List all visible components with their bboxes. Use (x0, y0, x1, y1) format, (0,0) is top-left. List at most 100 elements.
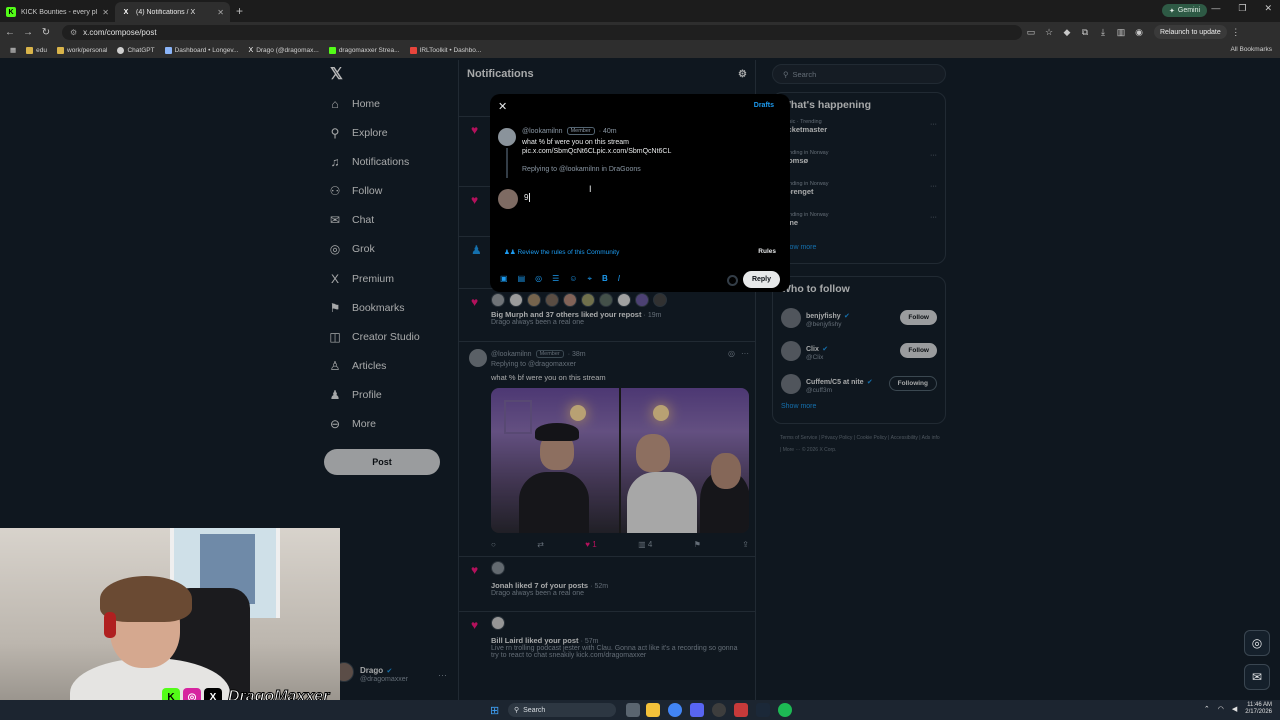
menu-icon[interactable]: ⋮ (1227, 27, 1245, 38)
bookmark-label: ChatGPT (127, 46, 155, 54)
close-icon[interactable]: ✕ (498, 100, 507, 113)
sidepanel-icon[interactable]: ▥ (1112, 27, 1130, 38)
x-logo-icon: X (248, 46, 254, 54)
windows-start-icon[interactable]: ⊞ (490, 704, 499, 717)
member-badge: Member (566, 127, 595, 135)
bookmark-label: work/personal (67, 46, 108, 54)
kick-icon (328, 46, 336, 54)
timestamp: · 40m (598, 127, 617, 135)
poll-icon[interactable]: ☰ (552, 274, 559, 284)
page-icon (164, 46, 172, 54)
bookmark-edu[interactable]: edu (26, 46, 48, 54)
rules-link[interactable]: Rules (758, 248, 776, 255)
bookmark-label: edu (36, 46, 48, 54)
star-icon[interactable]: ☆ (1040, 27, 1058, 38)
reply-compose-modal: ✕ Drafts @lookamilnn Member · 40m what %… (490, 94, 790, 292)
reload-icon[interactable]: ↻ (38, 27, 54, 38)
gif-icon[interactable]: ▤ (518, 274, 526, 284)
apps-icon[interactable]: ▦ (10, 46, 16, 54)
minimize-icon[interactable]: — (1211, 3, 1220, 14)
chrome-icon[interactable] (668, 703, 682, 717)
chevron-up-icon[interactable]: ⌃ (1204, 705, 1210, 713)
rules-hint[interactable]: Review the rules of this Community (517, 249, 619, 256)
headphones (104, 612, 116, 638)
obs-icon[interactable] (712, 703, 726, 717)
compose-toolbar: ▣ ▤ ◎ ☰ ☺ ⌖ B I (500, 274, 620, 284)
avatar[interactable] (498, 128, 516, 146)
reply-textarea[interactable]: 9 (524, 193, 531, 202)
emoji-icon[interactable]: ☺ (569, 274, 577, 284)
browser-tab-bar: K KICK Bounties - every player fo ✕ X (4… (0, 0, 1280, 22)
tab-kick-bounties[interactable]: K KICK Bounties - every player fo ✕ (0, 2, 115, 22)
bookmark-dashboard[interactable]: Dashboard • Longev... (164, 46, 239, 54)
location-icon[interactable]: ⌖ (587, 274, 592, 284)
kick-icon: K (6, 7, 16, 17)
window-controls: — ❐ ✕ (1211, 3, 1272, 14)
bookmark-work-personal[interactable]: work/personal (57, 46, 108, 54)
puzzle-icon[interactable]: ⧉ (1076, 27, 1094, 38)
close-window-icon[interactable]: ✕ (1264, 3, 1272, 14)
replying-to[interactable]: Replying to @lookamilnn in DraGoons (522, 166, 641, 173)
site-info-icon[interactable]: ⚙ (70, 28, 77, 37)
address-bar[interactable]: ⚙ x.com/compose/post (62, 24, 1022, 40)
messages-icon[interactable]: ✉ (1244, 664, 1270, 690)
post-handle[interactable]: @lookamilnn (522, 128, 563, 135)
url-text: x.com/compose/post (83, 27, 157, 37)
download-icon[interactable]: ⤓ (1094, 27, 1112, 38)
close-tab-icon[interactable]: ✕ (217, 8, 224, 17)
bookmark-label: Drago (@dragomax... (256, 46, 319, 54)
forward-icon[interactable]: → (20, 27, 36, 38)
original-post-text: what % bf were you on this stream pic.x.… (522, 139, 672, 155)
original-post-header: @lookamilnn Member · 40m (522, 127, 617, 135)
profile-icon[interactable]: ◉ (1130, 27, 1148, 38)
bookmark-dragomaxxer-stream[interactable]: dragomaxxer Strea... (328, 46, 400, 54)
app-icon[interactable] (734, 703, 748, 717)
bookmark-label: IRLToolkit • Dashbo... (419, 46, 482, 54)
bookmark-label: dragomaxxer Strea... (338, 46, 400, 54)
grok-icon[interactable]: ◎ (535, 274, 542, 284)
close-tab-icon[interactable]: ✕ (102, 8, 109, 17)
relaunch-button[interactable]: Relaunch to update (1154, 25, 1227, 39)
community-rules-row: ♟♟ Review the rules of this Community Ru… (504, 248, 776, 256)
image-icon[interactable]: ▣ (500, 274, 508, 284)
bold-icon[interactable]: B (602, 274, 608, 284)
folder-icon (57, 46, 65, 54)
file-explorer-icon[interactable] (646, 703, 660, 717)
steam-icon[interactable] (756, 703, 770, 717)
date: 2/17/2026 (1245, 709, 1272, 715)
taskbar-search[interactable]: ⚲ Search (508, 703, 616, 717)
all-bookmarks[interactable]: All Bookmarks (1230, 46, 1272, 53)
bookmarks-bar: ▦ edu work/personal ChatGPT Dashboard • … (0, 42, 1280, 58)
italic-icon[interactable]: I (618, 274, 620, 284)
back-icon[interactable]: ← (2, 27, 18, 38)
spotify-icon[interactable] (778, 703, 792, 717)
gemini-button[interactable]: ✦ Gemini (1162, 4, 1208, 17)
discord-icon[interactable] (690, 703, 704, 717)
clock[interactable]: 11:46 AM 2/17/2026 (1245, 702, 1272, 716)
grok-icon[interactable]: ◎ (1244, 630, 1270, 656)
task-view-icon[interactable] (626, 703, 640, 717)
windows-taskbar: ⊞ ⚲ Search ⌃ ◠ ◀ 11:46 AM 2/17/2026 (0, 700, 1280, 720)
drafts-button[interactable]: Drafts (754, 102, 774, 109)
folder-icon (26, 46, 34, 54)
wifi-icon[interactable]: ◠ (1218, 705, 1224, 713)
search-icon: ⚲ (514, 707, 520, 714)
browser-toolbar: ← → ↻ ⚙ x.com/compose/post ▭ ☆ ◆ ⧉ ⤓ ▥ ◉… (0, 22, 1280, 42)
webcam-overlay: K ◎ X DragoMaxxer (0, 528, 340, 720)
volume-icon[interactable]: ◀ (1232, 705, 1237, 713)
gemini-icon: ✦ (1169, 7, 1175, 15)
time: 11:46 AM (1247, 702, 1272, 708)
people-icon: ♟♟ (504, 249, 516, 256)
cast-icon[interactable]: ▭ (1022, 27, 1040, 38)
system-tray: ⌃ ◠ ◀ 11:46 AM 2/17/2026 (1204, 702, 1272, 716)
maximize-icon[interactable]: ❐ (1238, 3, 1246, 14)
bookmark-label: Dashboard • Longev... (174, 46, 239, 54)
bookmark-irltoolkit[interactable]: IRLToolkit • Dashbo... (409, 46, 482, 54)
bookmark-drago[interactable]: X Drago (@dragomax... (249, 47, 319, 54)
tab-notifications-x[interactable]: X (4) Notifications / X ✕ (115, 2, 230, 22)
reply-button[interactable]: Reply (742, 271, 780, 288)
new-tab-button[interactable]: + (236, 4, 243, 18)
gemini-label: Gemini (1177, 7, 1201, 14)
bookmark-chatgpt[interactable]: ChatGPT (117, 46, 155, 54)
extension-icon[interactable]: ◆ (1058, 27, 1076, 38)
